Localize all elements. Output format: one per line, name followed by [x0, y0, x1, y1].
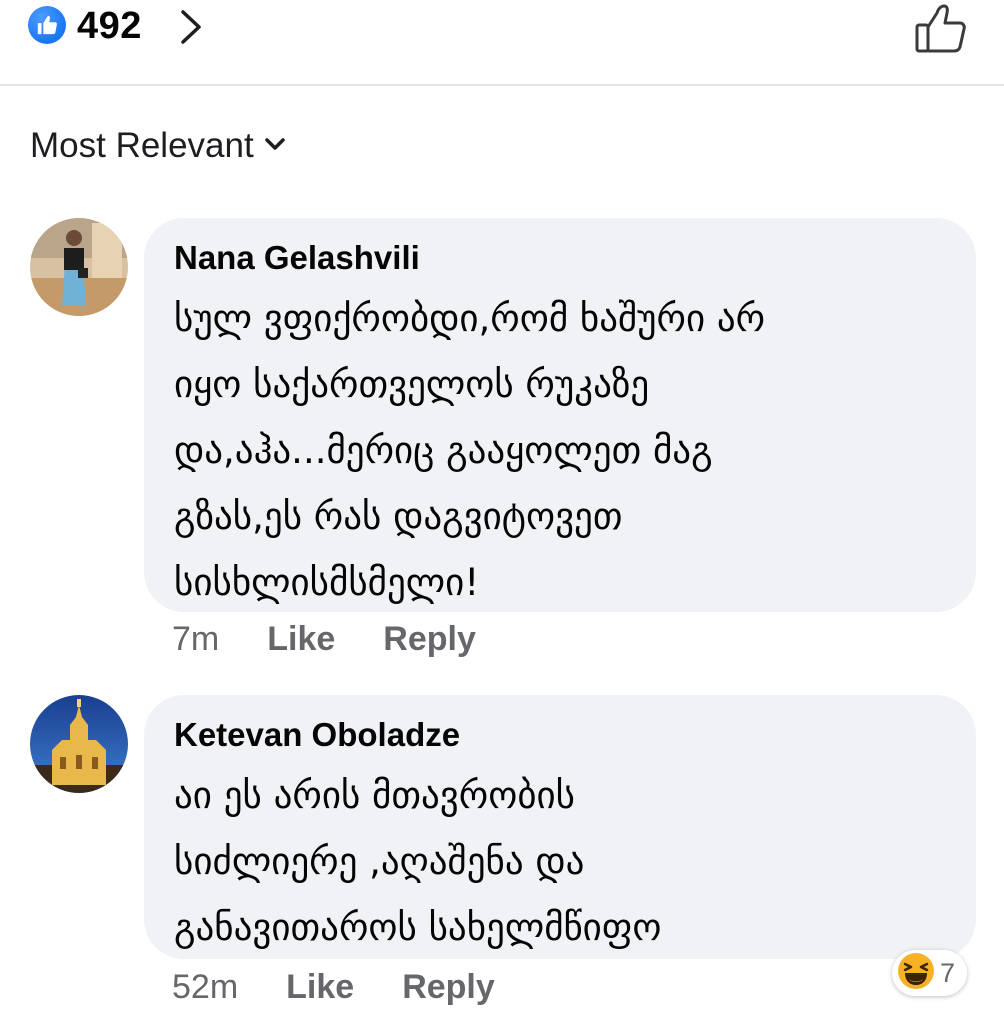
reaction-count[interactable]: 492 — [77, 2, 142, 50]
comment-actions: 7m Like Reply — [172, 620, 476, 659]
comment-author[interactable]: Nana Gelashvili — [174, 236, 946, 280]
comment-bubble[interactable]: Nana Gelashvili სულ ვფიქრობდი,რომ ხაშური… — [144, 218, 976, 612]
chevron-down-icon — [264, 136, 286, 156]
comment-actions: 52m Like Reply — [172, 968, 495, 1007]
comment-timestamp[interactable]: 7m — [172, 620, 219, 659]
sort-dropdown[interactable]: Most Relevant — [30, 124, 286, 168]
haha-emoji-icon — [896, 951, 936, 995]
comment-timestamp[interactable]: 52m — [172, 968, 238, 1007]
comment-text: სულ ვფიქრობდი,რომ ხაშური არ იყო საქართვე… — [174, 297, 766, 604]
reaction-count: 7 — [940, 957, 956, 988]
thumbs-up-outline-icon[interactable] — [914, 3, 968, 59]
sort-label: Most Relevant — [30, 126, 254, 165]
chevron-right-icon[interactable] — [178, 9, 204, 49]
thumbs-up-icon — [28, 6, 66, 44]
comment-bubble[interactable]: Ketevan Oboladze აი ეს არის მთავრობის სი… — [144, 695, 976, 959]
comment-author[interactable]: Ketevan Oboladze — [174, 713, 946, 757]
like-button[interactable]: Like — [267, 620, 335, 659]
avatar[interactable] — [30, 695, 128, 793]
comment-reactions[interactable]: 7 — [892, 950, 968, 996]
reply-button[interactable]: Reply — [383, 620, 476, 659]
reactions-header: 492 — [0, 0, 1004, 86]
like-button[interactable]: Like — [286, 968, 354, 1007]
reply-button[interactable]: Reply — [402, 968, 495, 1007]
avatar[interactable] — [30, 218, 128, 316]
comment-text: აი ეს არის მთავრობის სიძლიერე ,აღაშენა დ… — [174, 774, 662, 949]
